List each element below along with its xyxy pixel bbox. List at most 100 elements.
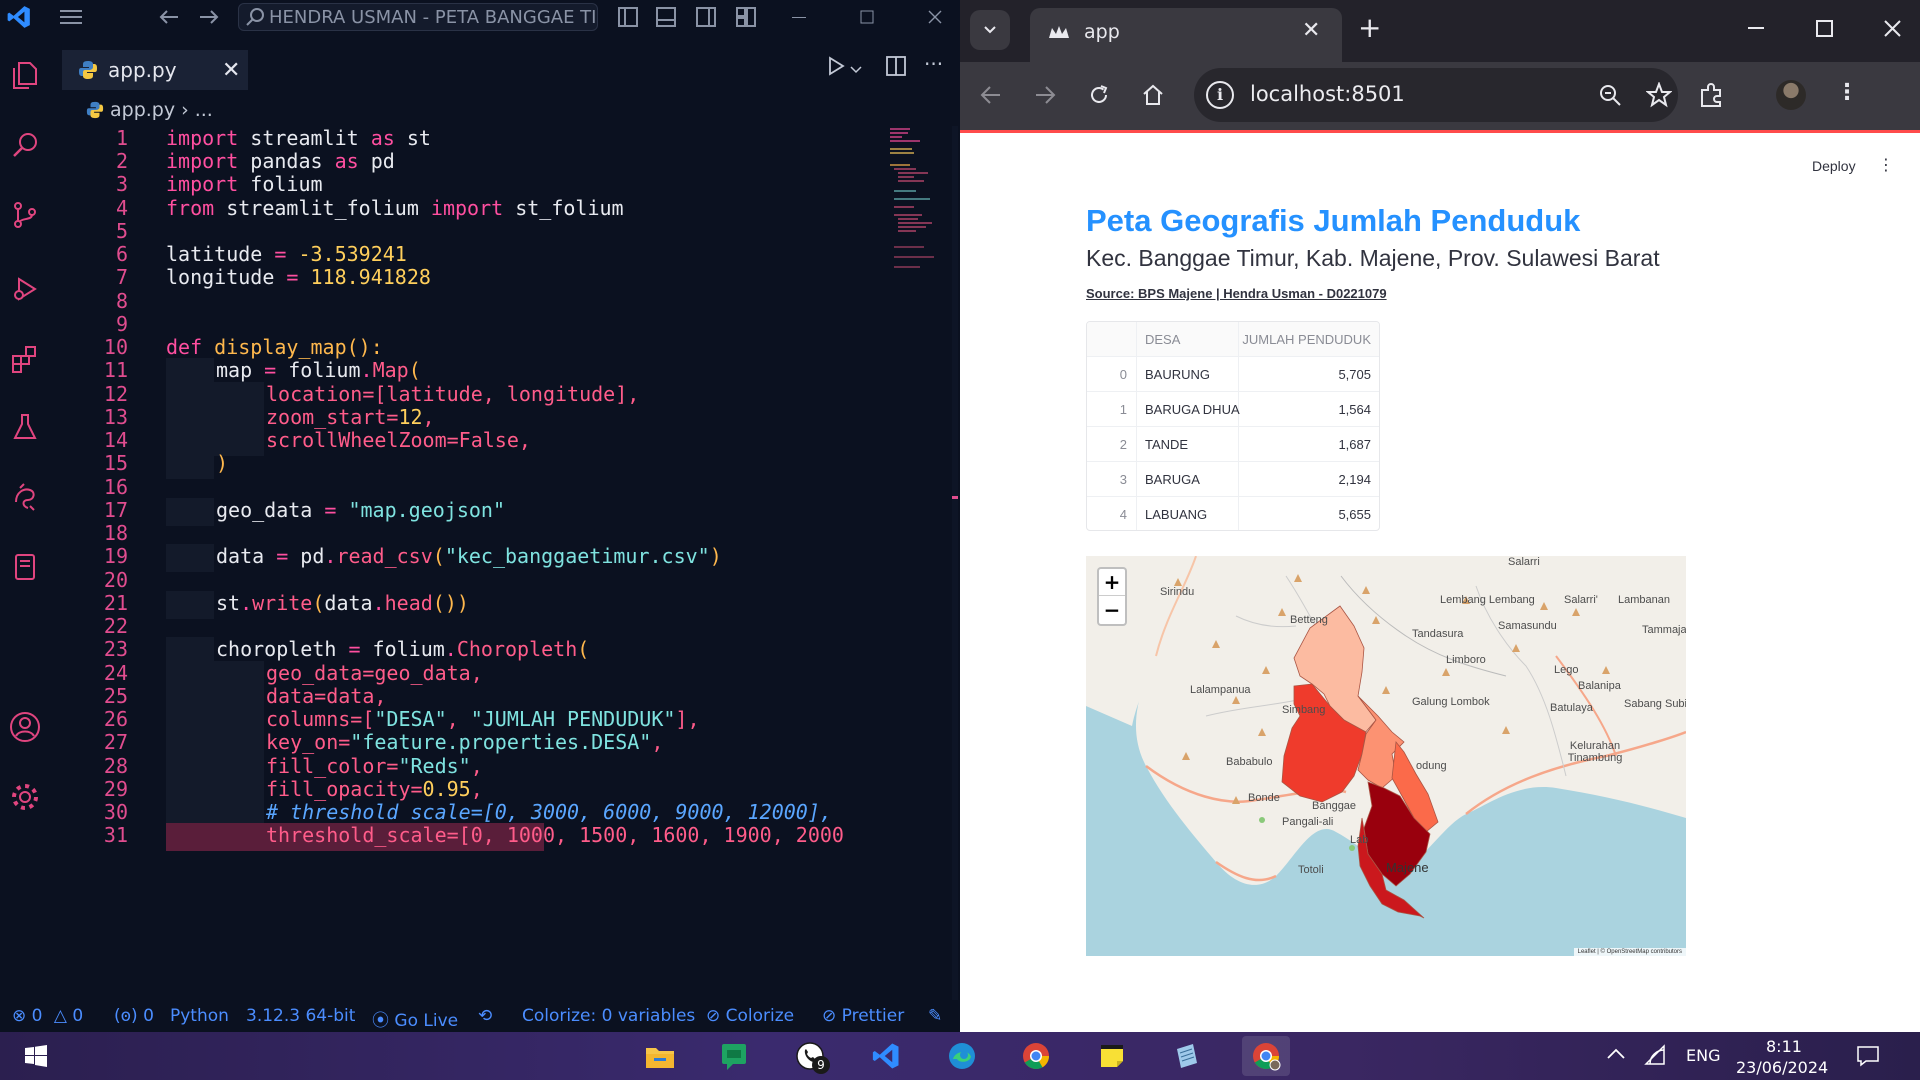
code-editor[interactable]: 1 import streamlit as st 2 import pandas a… xyxy=(50,126,890,1000)
notification-center-icon[interactable] xyxy=(1856,1044,1880,1072)
table-header-desa[interactable]: DESA xyxy=(1137,322,1239,357)
explorer-icon[interactable] xyxy=(8,58,42,92)
tab-close-icon[interactable]: ✕ xyxy=(222,58,240,83)
sync-icon[interactable]: ⟲ xyxy=(478,1006,492,1026)
chrome-minimize-icon[interactable] xyxy=(1748,18,1766,40)
chrome-maximize-icon[interactable] xyxy=(1816,20,1834,42)
command-center-search[interactable]: HENDRA USMAN - PETA BANGGAE TIMUR xyxy=(238,3,598,31)
forward-arrow-icon[interactable] xyxy=(194,0,224,34)
run-dropdown-chevron-icon[interactable] xyxy=(850,60,862,79)
file-explorer-icon[interactable] xyxy=(640,1036,680,1076)
tab-search-chevron-icon[interactable] xyxy=(970,10,1010,50)
input-language[interactable]: ENG xyxy=(1686,1046,1720,1065)
map-place-label: Bonde xyxy=(1248,792,1280,804)
line-number: 15 xyxy=(103,451,128,475)
code-line: location=[latitude, longitude], xyxy=(266,382,640,406)
breadcrumb-more[interactable]: ... xyxy=(195,99,213,121)
python-interpreter[interactable]: 3.12.3 64-bit xyxy=(246,1006,355,1026)
clock-date[interactable]: 23/06/2024 xyxy=(1736,1058,1828,1077)
back-arrow-icon[interactable] xyxy=(154,0,184,34)
table-row[interactable]: 2 TANDE 1,687 xyxy=(1087,427,1379,462)
whatsapp-icon[interactable]: 9 xyxy=(790,1036,830,1076)
bookmark-star-icon[interactable] xyxy=(1645,81,1673,112)
prettier-button[interactable]: ⊘ Prettier xyxy=(822,1006,904,1026)
map-attribution[interactable]: Leaflet | © OpenStreetMap contributors xyxy=(1573,948,1686,956)
data-table[interactable]: DESA JUMLAH PENDUDUK 0 BAURUNG 5,705 1 B… xyxy=(1086,321,1380,531)
edge-browser-icon[interactable] xyxy=(942,1036,982,1076)
minimize-icon[interactable] xyxy=(784,0,814,34)
notifications-bell-icon[interactable]: ✎ xyxy=(928,1006,942,1026)
tab-app-py[interactable]: app.py ✕ xyxy=(62,48,248,90)
site-info-icon[interactable]: i xyxy=(1206,81,1234,109)
sticky-notes-icon[interactable] xyxy=(1092,1036,1132,1076)
clock-time[interactable]: 8:11 xyxy=(1766,1037,1802,1056)
wifi-icon[interactable] xyxy=(1644,1044,1666,1070)
tray-chevron-up-icon[interactable] xyxy=(1606,1046,1626,1065)
vscode-taskbar-icon[interactable] xyxy=(866,1036,906,1076)
back-arrow-icon[interactable] xyxy=(980,84,1002,110)
chrome-taskbar-icon[interactable] xyxy=(1016,1036,1056,1076)
problems-status[interactable]: ⊗ 0 △ 0 xyxy=(12,1006,83,1026)
menu-icon[interactable] xyxy=(54,0,88,34)
table-row[interactable]: 3 BARUGA 2,194 xyxy=(1087,462,1379,497)
zoom-out-button[interactable]: − xyxy=(1099,597,1125,624)
chrome-menu-dots-icon[interactable]: ⋮ xyxy=(1836,80,1858,105)
toggle-panel-icon[interactable] xyxy=(652,0,680,34)
new-tab-plus-icon[interactable]: + xyxy=(1358,14,1381,42)
reload-icon[interactable] xyxy=(1088,84,1110,110)
source-link[interactable]: Source: BPS Majene | Hendra Usman - D022… xyxy=(1086,286,1387,301)
table-cell-desa: TANDE xyxy=(1137,427,1239,462)
extensions-icon[interactable] xyxy=(8,342,42,376)
ports-status[interactable]: (ꙩ) 0 xyxy=(114,1006,154,1026)
search-sidebar-icon[interactable] xyxy=(8,128,42,162)
maximize-icon[interactable] xyxy=(852,0,882,34)
table-header-jumlah[interactable]: JUMLAH PENDUDUK xyxy=(1239,322,1379,357)
windows-start-icon[interactable] xyxy=(16,1036,56,1076)
chrome-tab-app[interactable]: app ✕ xyxy=(1030,8,1342,62)
run-debug-icon[interactable] xyxy=(8,272,42,306)
address-url: localhost:8501 xyxy=(1250,82,1405,106)
breadcrumb-file[interactable]: app.py xyxy=(110,99,175,121)
run-python-file-icon[interactable] xyxy=(826,56,846,80)
colorize-button[interactable]: ⊘ Colorize xyxy=(706,1006,794,1026)
main-menu-dots-icon[interactable]: ⋮ xyxy=(1878,155,1894,174)
google-chat-icon[interactable] xyxy=(714,1036,754,1076)
python-environment-icon[interactable] xyxy=(8,480,42,514)
more-actions-icon[interactable]: ··· xyxy=(924,52,943,76)
code-line: geo_data = "map.geojson" xyxy=(216,498,506,522)
choropleth-map[interactable]: Salarri Sirindu Betteng Lembang Lembang … xyxy=(1086,556,1686,956)
zoom-in-button[interactable]: + xyxy=(1099,569,1125,596)
close-icon[interactable] xyxy=(920,0,950,34)
chrome-tab-close-icon[interactable]: ✕ xyxy=(1302,18,1320,43)
table-row[interactable]: 0 BAURUNG 5,705 xyxy=(1087,357,1379,392)
notebook-icon[interactable] xyxy=(8,550,42,584)
vscode-logo-icon[interactable] xyxy=(6,4,32,30)
deploy-button[interactable]: Deploy xyxy=(1812,158,1856,174)
editor-vertical-scrollbar[interactable] xyxy=(952,126,958,1000)
table-row[interactable]: 1 BARUGA DHUA 1,564 xyxy=(1087,392,1379,427)
line-number: 13 xyxy=(103,405,128,429)
zoom-magnifier-icon[interactable] xyxy=(1598,83,1622,111)
split-editor-icon[interactable] xyxy=(886,56,906,80)
minimap[interactable] xyxy=(888,126,948,326)
forward-arrow-icon[interactable] xyxy=(1034,84,1056,110)
home-icon[interactable] xyxy=(1142,84,1164,110)
chrome-profile-taskbar-icon[interactable] xyxy=(1242,1036,1290,1076)
language-mode[interactable]: Python xyxy=(170,1006,229,1026)
map-place-label: Majene xyxy=(1386,860,1429,875)
profile-avatar[interactable] xyxy=(1776,80,1806,110)
colorize-variables-status[interactable]: Colorize: 0 variables xyxy=(522,1006,695,1026)
customize-layout-icon[interactable] xyxy=(732,0,760,34)
go-live-button[interactable]: ⦿ Go Live xyxy=(372,1006,458,1031)
chrome-close-window-icon[interactable] xyxy=(1884,20,1902,42)
account-icon[interactable] xyxy=(8,710,42,744)
notepad-app-icon[interactable] xyxy=(1166,1036,1206,1076)
toggle-sidebar-icon[interactable] xyxy=(614,0,642,34)
testing-flask-icon[interactable] xyxy=(8,410,42,444)
toggle-secondary-sidebar-icon[interactable] xyxy=(692,0,720,34)
settings-gear-icon[interactable] xyxy=(8,780,42,814)
source-control-icon[interactable] xyxy=(8,198,42,232)
table-row[interactable]: 4 LABUANG 5,655 xyxy=(1087,497,1379,530)
extensions-puzzle-icon[interactable] xyxy=(1698,82,1724,112)
address-bar[interactable]: i localhost:8501 xyxy=(1194,68,1678,122)
